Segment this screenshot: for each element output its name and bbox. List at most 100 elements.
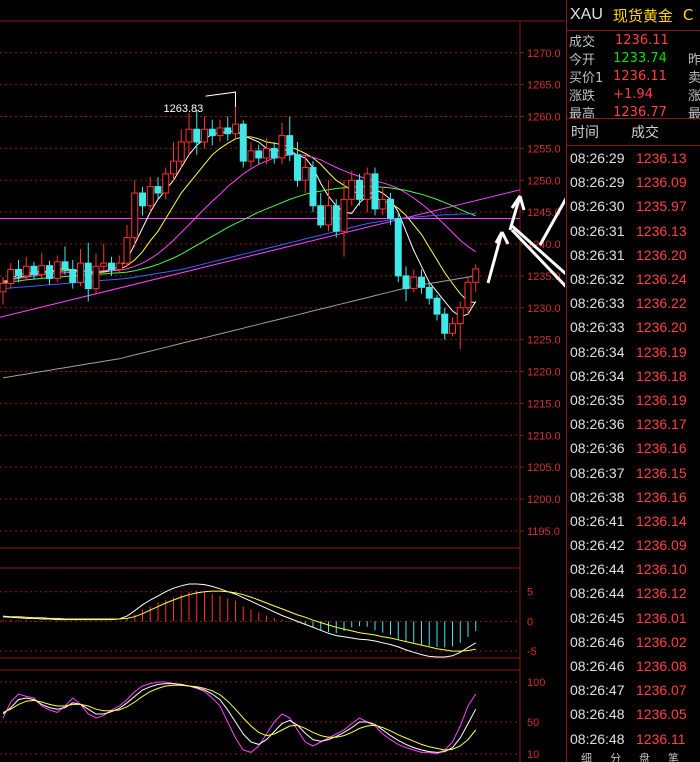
kline-chart-area[interactable]: 1270.0 1265.0 1260.0 1255.0 1250.0 1245.0 1240… bbox=[0, 0, 565, 762]
trade-price: 1235.97 bbox=[636, 198, 687, 215]
arrow-up-icon bbox=[486, 231, 510, 284]
kline-chart[interactable]: 1270.01265.01260.01255.01250.01245.01240… bbox=[0, 0, 565, 762]
trade-row: 08:26:34 1236.19 bbox=[567, 340, 700, 364]
trade-time: 08:26:38 bbox=[570, 488, 625, 505]
trade-time: 08:26:48 bbox=[570, 730, 625, 747]
candle-up bbox=[363, 173, 371, 200]
quote-info-value: 1233.74 bbox=[613, 50, 667, 66]
bottom-tab[interactable]: 笔 bbox=[668, 750, 679, 762]
quote-info-edge-label: 涨 bbox=[687, 88, 700, 104]
candle-down bbox=[371, 173, 379, 210]
bottom-tab[interactable]: 细 bbox=[581, 750, 592, 762]
trade-price: 1236.12 bbox=[636, 585, 687, 602]
kdj-line-0 bbox=[2, 681, 477, 755]
candle-down bbox=[387, 198, 394, 219]
trade-row: 08:26:30 1235.97 bbox=[567, 194, 700, 218]
candle-down bbox=[356, 179, 363, 200]
quote-info-edge-label: 卖 bbox=[687, 70, 700, 86]
candle-up bbox=[216, 127, 224, 137]
kdj-line-2 bbox=[2, 684, 477, 751]
candle-down bbox=[286, 135, 294, 156]
trade-row: 08:26:42 1236.09 bbox=[567, 533, 700, 557]
quote-info-value: 1236.11 bbox=[613, 68, 667, 84]
quote-info-value: 1236.11 bbox=[615, 32, 669, 48]
trade-row: 08:26:41 1236.14 bbox=[567, 509, 700, 533]
candle-down bbox=[332, 205, 340, 232]
trade-row: 08:26:47 1236.07 bbox=[567, 678, 700, 702]
candle-up bbox=[232, 123, 239, 135]
bottom-tab[interactable]: 盘 bbox=[639, 750, 650, 762]
candle-up bbox=[22, 265, 30, 277]
ma-line-ma30 bbox=[2, 186, 476, 283]
trade-price: 1236.07 bbox=[636, 682, 687, 699]
trade-list[interactable]: 08:26:29 1236.13 08:26:29 1236.09 08:26:30 12… bbox=[567, 146, 700, 751]
candle-up bbox=[340, 198, 348, 232]
candle-down bbox=[255, 150, 263, 159]
quote-info-row: 今开 1233.74 昨 bbox=[567, 49, 700, 68]
trades-header-price: 成交 bbox=[631, 125, 659, 141]
candle-up bbox=[123, 237, 131, 264]
trade-row: 08:26:35 1236.19 bbox=[567, 388, 700, 412]
quote-info: 成交 1236.11 今开 1233.74 昨买价1 1236.11 卖涨跌 +1.94 涨最高… bbox=[567, 31, 700, 122]
trade-price: 1236.01 bbox=[636, 609, 687, 626]
candle-up bbox=[185, 128, 193, 143]
candle-up bbox=[278, 135, 286, 159]
trade-price: 1236.16 bbox=[636, 488, 687, 505]
candle-down bbox=[193, 128, 201, 143]
candle-up bbox=[456, 307, 464, 325]
trade-time: 08:26:44 bbox=[570, 561, 625, 578]
price-tick-label: 1265.0 bbox=[527, 80, 561, 92]
candle-down bbox=[418, 276, 425, 288]
trade-time: 08:26:31 bbox=[570, 222, 625, 239]
ma-line-ma120 bbox=[2, 275, 476, 379]
trade-price: 1236.16 bbox=[636, 440, 687, 457]
trade-price: 1236.13 bbox=[636, 150, 687, 167]
trade-row: 08:26:33 1236.22 bbox=[567, 291, 700, 315]
trade-row: 08:26:46 1236.02 bbox=[567, 630, 700, 654]
arrow-up-icon bbox=[538, 197, 565, 246]
symbol-name: 现货黄金 bbox=[612, 6, 673, 25]
trade-row: 08:26:45 1236.01 bbox=[567, 606, 700, 630]
candle-down bbox=[208, 128, 216, 137]
candle-up bbox=[0, 283, 7, 293]
quote-info-label: 今开 bbox=[569, 52, 596, 68]
trade-price: 1236.22 bbox=[636, 295, 687, 312]
candle-up bbox=[100, 262, 108, 267]
trade-price: 1236.19 bbox=[636, 343, 687, 360]
trade-row: 08:26:31 1236.20 bbox=[567, 243, 700, 267]
candle-up bbox=[115, 262, 123, 270]
candle-down bbox=[108, 262, 115, 270]
candle-down bbox=[46, 265, 53, 279]
macd-dea-line bbox=[2, 590, 476, 652]
candle-up bbox=[410, 276, 418, 290]
trade-time: 08:26:44 bbox=[570, 585, 625, 602]
trade-time: 08:26:35 bbox=[570, 391, 625, 408]
trade-row: 08:26:37 1236.15 bbox=[567, 460, 700, 484]
candle-down bbox=[139, 192, 146, 207]
candle-up bbox=[472, 268, 480, 283]
macd-tick-label: -5 bbox=[527, 646, 537, 658]
quote-info-label: 成交 bbox=[569, 34, 596, 50]
candle-down bbox=[402, 275, 410, 290]
trade-time: 08:26:46 bbox=[570, 658, 625, 675]
bottom-tabs[interactable]: 细分盘笔 bbox=[567, 750, 700, 762]
trade-time: 08:26:33 bbox=[570, 295, 625, 312]
arrow-up-icon bbox=[508, 195, 526, 231]
quote-info-edge-label: 昨 bbox=[687, 52, 700, 68]
candle-up bbox=[7, 269, 15, 285]
candle-up bbox=[38, 265, 46, 276]
quote-info-row: 涨跌 +1.94 涨 bbox=[567, 85, 700, 104]
trade-time: 08:26:29 bbox=[570, 150, 625, 167]
candle-up bbox=[53, 261, 61, 279]
trade-row: 08:26:46 1236.08 bbox=[567, 654, 700, 678]
candle-down bbox=[317, 205, 325, 226]
candle-down bbox=[270, 147, 278, 159]
trade-price: 1236.09 bbox=[636, 174, 687, 191]
price-tick-label: 1260.0 bbox=[527, 112, 561, 124]
trade-price: 1236.20 bbox=[636, 319, 687, 336]
trade-price: 1236.08 bbox=[636, 658, 687, 675]
candle-up bbox=[92, 265, 100, 290]
trade-row: 08:26:32 1236.24 bbox=[567, 267, 700, 291]
candle-down bbox=[394, 218, 402, 277]
bottom-tab[interactable]: 分 bbox=[610, 750, 621, 762]
